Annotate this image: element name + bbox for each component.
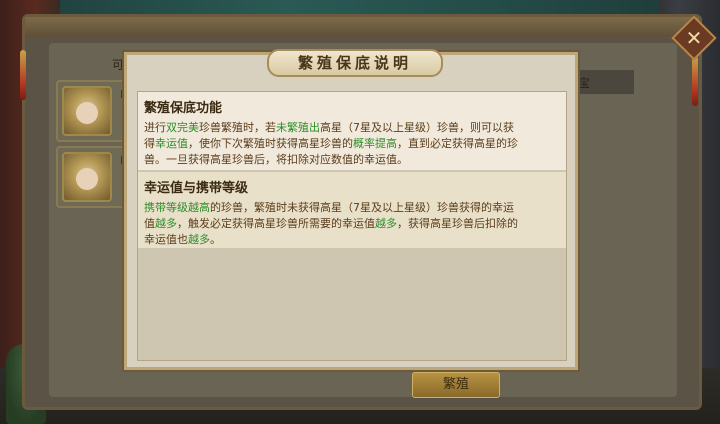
text-run: 。: [210, 233, 221, 246]
text-run-highlight: 幸运值: [155, 137, 188, 150]
text-run-highlight: 概率提高: [353, 137, 397, 150]
text-run: 得: [144, 137, 155, 150]
breed-button[interactable]: 繁殖: [412, 372, 500, 398]
tassel-left-ornament: [20, 50, 26, 100]
text-run-highlight: 越多: [155, 217, 177, 230]
close-icon: ✕: [685, 26, 703, 50]
text-run: ，直到必定获得高星的珍: [397, 137, 518, 150]
pet-avatar-icon: [62, 86, 112, 136]
text-run: 珍兽繁殖时，若: [199, 121, 276, 134]
text-run: 幸运值也: [144, 233, 188, 246]
body-line: 值越多，触发必定获得高星珍兽所需要的幸运值越多，获得高星珍兽后扣除的: [144, 216, 560, 232]
text-run: 高星（7星及以上星级）珍兽，则可以获: [320, 121, 514, 134]
body-line: 幸运值也越多。: [144, 232, 560, 248]
text-run: 兽。一旦获得高星珍兽后，将扣除对应数值的幸运值。: [144, 153, 408, 166]
text-run: ，使你下次繁殖时获得高星珍兽的: [188, 137, 353, 150]
pet-avatar-icon: [62, 152, 112, 202]
text-run-highlight: 未繁殖出: [276, 121, 320, 134]
dialog-content: 繁殖保底功能 进行双完美珍兽繁殖时，若未繁殖出高星（7星及以上星级）珍兽，则可以…: [137, 91, 567, 361]
text-run-highlight: 双完美: [166, 121, 199, 134]
pet-card-1[interactable]: E: [56, 80, 127, 142]
breeding-panel-header: [25, 17, 699, 37]
breeding-tab-label: 可: [112, 58, 125, 72]
body-line: 兽。一旦获得高星珍兽后，将扣除对应数值的幸运值。: [144, 152, 560, 168]
text-run: 值: [144, 217, 155, 230]
section-title: 幸运值与携带等级: [144, 181, 249, 196]
right-tab[interactable]: 宝: [572, 70, 634, 94]
body-line: 得幸运值，使你下次繁殖时获得高星珍兽的概率提高，直到必定获得高星的珍: [144, 136, 560, 152]
text-run: 进行: [144, 121, 166, 134]
section-luck-and-carry-level: 幸运值与携带等级 携带等级越高的珍兽，繁殖时未获得高星（7星及以上星级）珍兽获得…: [138, 172, 566, 248]
dialog-title: 繁殖保底说明: [267, 49, 443, 77]
pet-card-2[interactable]: E: [56, 146, 127, 208]
text-run: 的珍兽，繁殖时未获得高星（7星及以上星级）珍兽获得的幸运: [210, 201, 514, 214]
tassel-right-ornament: [692, 56, 698, 106]
section-body: 携带等级越高的珍兽，繁殖时未获得高星（7星及以上星级）珍兽获得的幸运 值越多，触…: [144, 200, 560, 248]
section-title: 繁殖保底功能: [144, 101, 223, 116]
text-run: ，获得高星珍兽后扣除的: [397, 217, 518, 230]
text-run-highlight: 携带等级越高: [144, 201, 210, 214]
section-body: 进行双完美珍兽繁殖时，若未繁殖出高星（7星及以上星级）珍兽，则可以获 得幸运值，…: [144, 120, 560, 168]
body-line: 进行双完美珍兽繁殖时，若未繁殖出高星（7星及以上星级）珍兽，则可以获: [144, 120, 560, 136]
text-run-highlight: 越多: [188, 233, 210, 246]
text-run-highlight: 越多: [375, 217, 397, 230]
body-line: 携带等级越高的珍兽，繁殖时未获得高星（7星及以上星级）珍兽获得的幸运: [144, 200, 560, 216]
section-breeding-guarantee: 繁殖保底功能 进行双完美珍兽繁殖时，若未繁殖出高星（7星及以上星级）珍兽，则可以…: [138, 92, 566, 170]
text-run: ，触发必定获得高星珍兽所需要的幸运值: [177, 217, 375, 230]
breeding-guarantee-dialog: 繁殖保底说明 繁殖保底功能 进行双完美珍兽繁殖时，若未繁殖出高星（7星及以上星级…: [124, 49, 578, 370]
